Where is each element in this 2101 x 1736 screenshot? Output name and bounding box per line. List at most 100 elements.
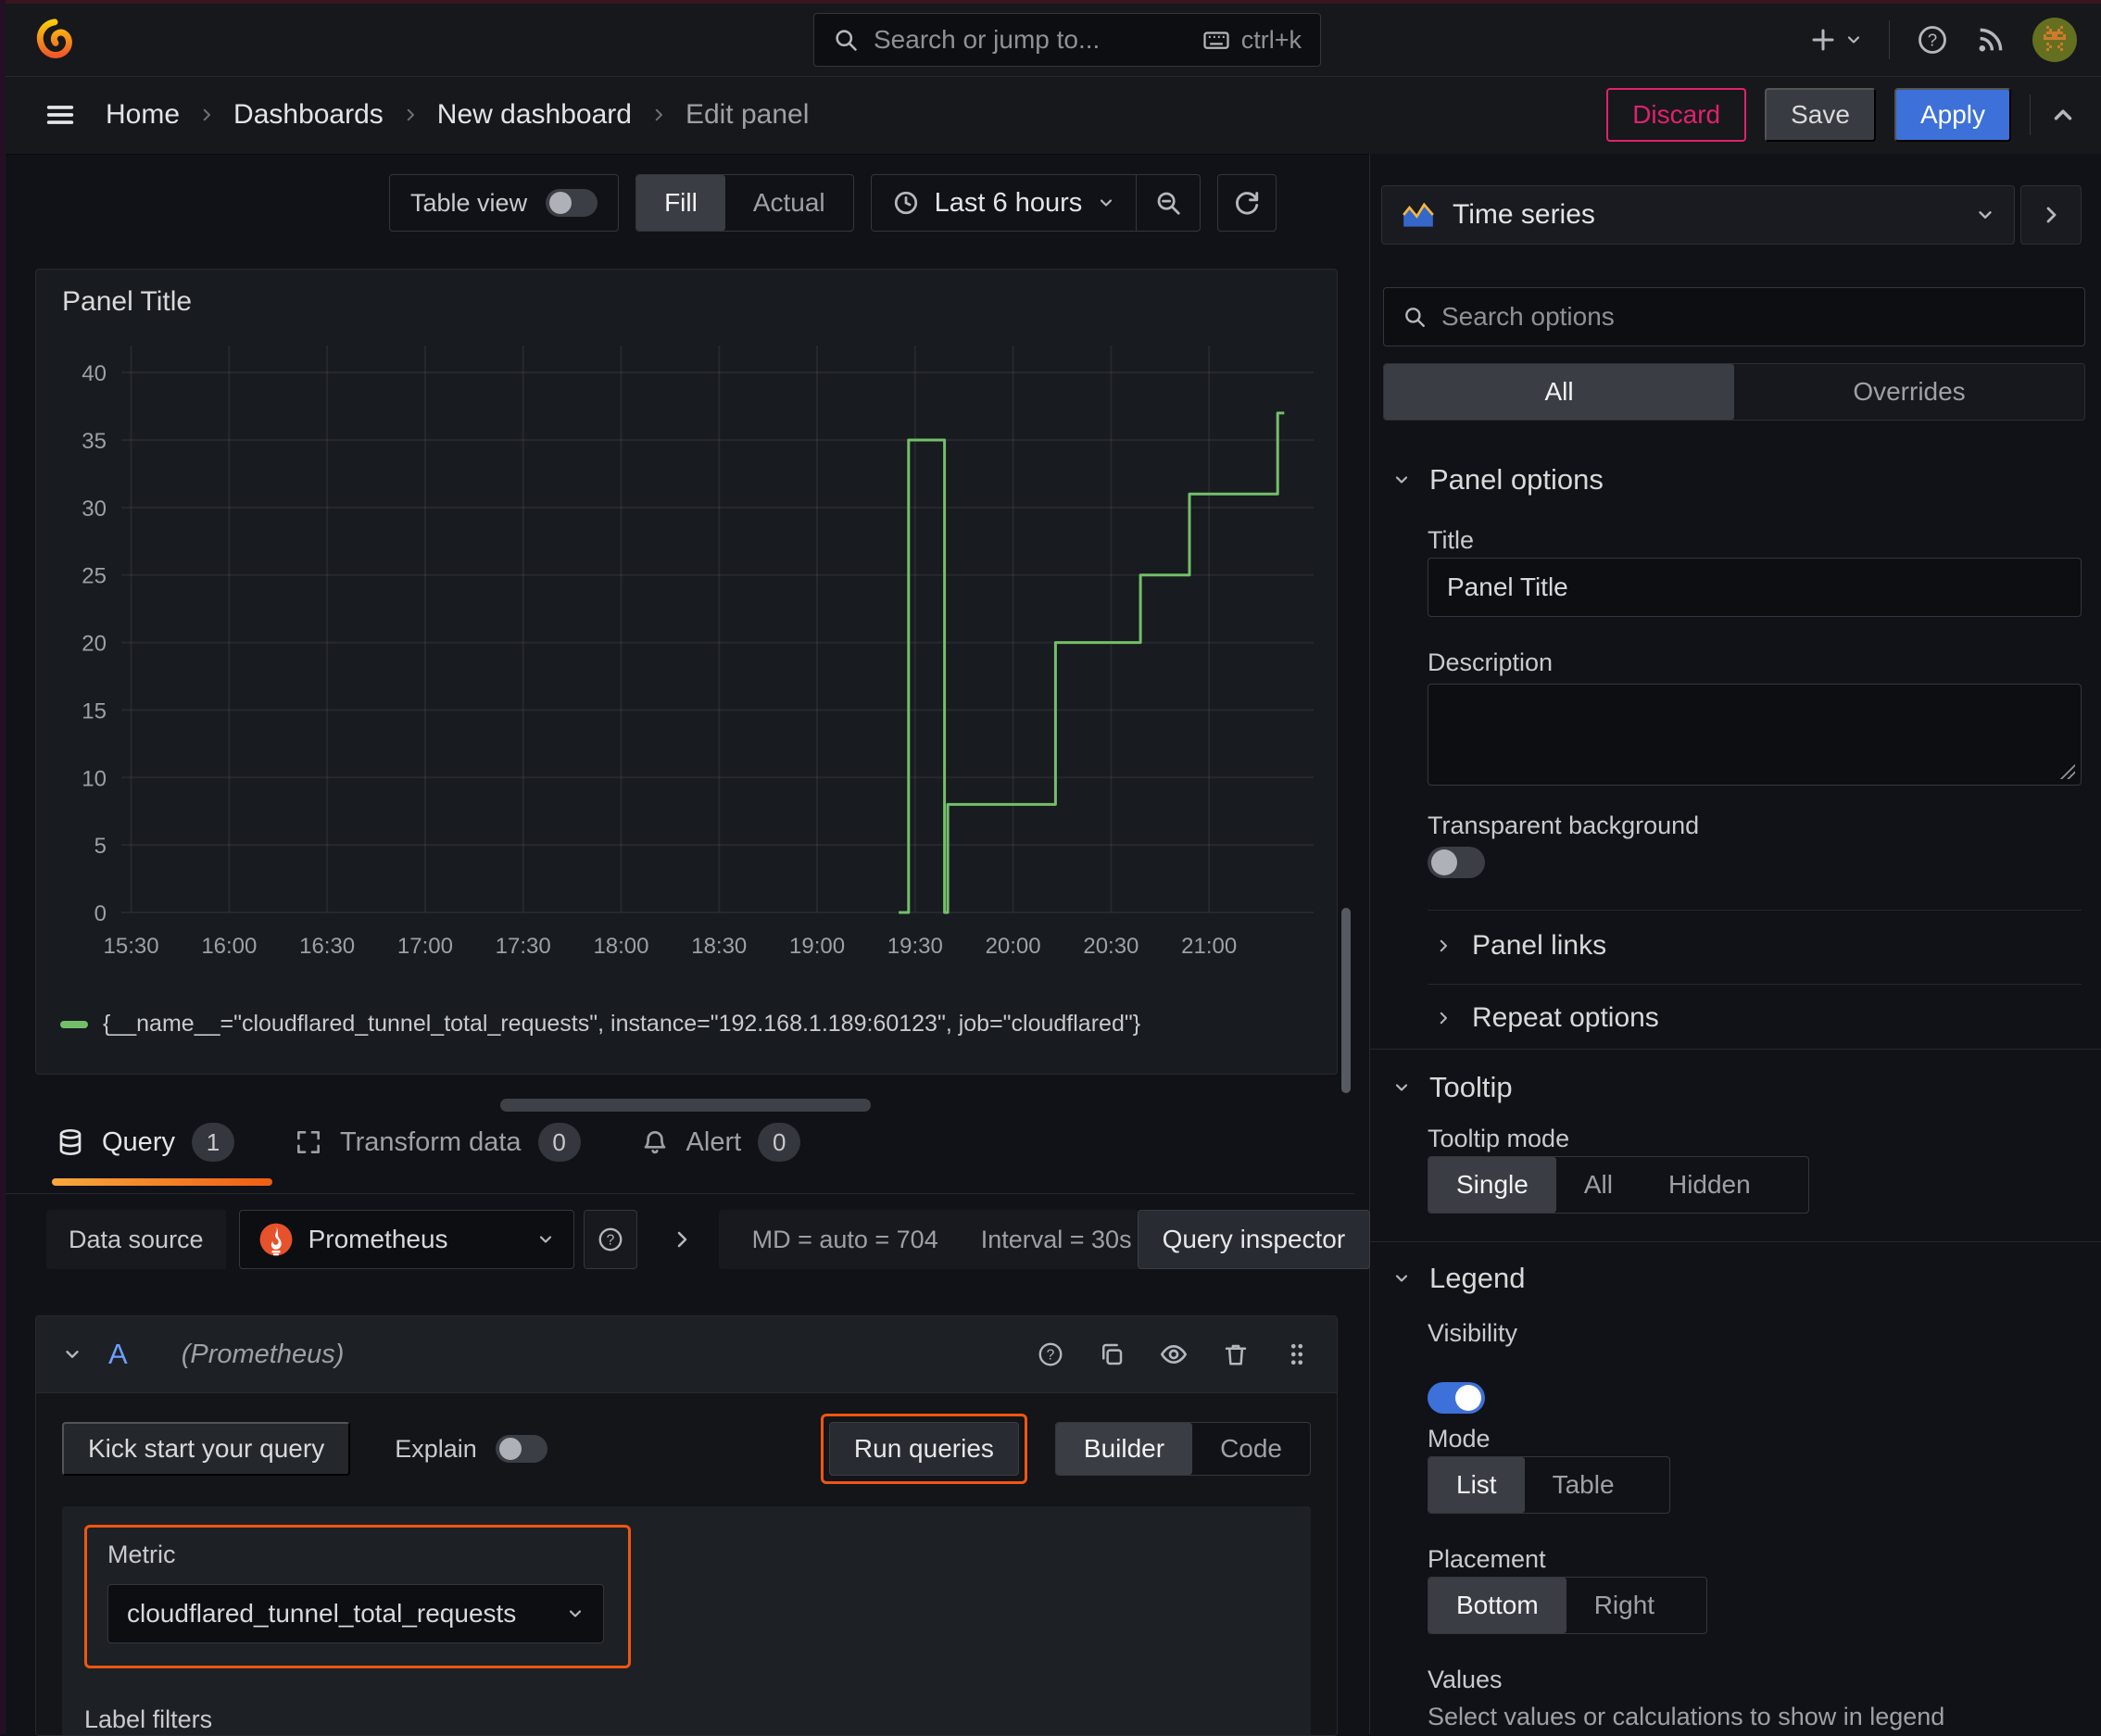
max-data-points-stat: MD = auto = 704 <box>751 1225 938 1253</box>
legend-list-option[interactable]: List <box>1428 1457 1525 1513</box>
hamburger-menu-icon[interactable] <box>44 99 76 131</box>
clock-icon <box>892 189 920 217</box>
panel-options-header[interactable]: Panel options <box>1392 463 1604 497</box>
tooltip-header[interactable]: Tooltip <box>1392 1071 1513 1104</box>
apply-button[interactable]: Apply <box>1893 88 2011 142</box>
repeat-options-section[interactable]: Repeat options <box>1435 1002 1659 1034</box>
help-circle-icon: ? <box>597 1226 624 1253</box>
chevron-right-icon <box>1435 937 1452 954</box>
time-range-picker[interactable]: Last 6 hours <box>872 175 1137 231</box>
divider <box>1428 910 2082 911</box>
visualization-value: Time series <box>1453 199 1595 230</box>
resize-corner-icon[interactable] <box>2058 762 2075 779</box>
tab-overrides[interactable]: Overrides <box>1734 364 2084 420</box>
options-search-placeholder: Search options <box>1441 302 1615 331</box>
breadcrumb: Home Dashboards New dashboard Edit panel <box>106 99 809 131</box>
table-view-toggle[interactable]: Table view <box>389 174 620 232</box>
breadcrumb-home[interactable]: Home <box>106 99 180 131</box>
fit-actual-option[interactable]: Actual <box>725 175 853 231</box>
query-inspector-button[interactable]: Query inspector <box>1137 1210 1371 1269</box>
interval-stat: Interval = 30s <box>980 1225 1132 1253</box>
breadcrumb-new-dashboard[interactable]: New dashboard <box>437 99 632 131</box>
run-queries-button[interactable]: Run queries <box>828 1422 1019 1476</box>
tooltip-single-option[interactable]: Single <box>1428 1157 1556 1213</box>
drag-handle-icon[interactable] <box>1283 1340 1311 1368</box>
svg-text:10: 10 <box>82 766 107 791</box>
legend-header[interactable]: Legend <box>1392 1262 1525 1295</box>
breadcrumb-dashboards[interactable]: Dashboards <box>233 99 384 131</box>
tab-alert[interactable]: Alert 0 <box>640 1123 801 1162</box>
fit-fill-option[interactable]: Fill <box>636 175 725 231</box>
tooltip-hidden-option[interactable]: Hidden <box>1641 1157 1779 1213</box>
help-icon[interactable]: ? <box>1916 23 1949 57</box>
tab-transform-data[interactable]: Transform data 0 <box>294 1123 581 1162</box>
chevron-right-icon[interactable] <box>671 1228 693 1251</box>
placement-right-option[interactable]: Right <box>1566 1578 1682 1633</box>
new-menu-button[interactable] <box>1809 26 1863 54</box>
chevron-down-icon <box>1844 31 1863 49</box>
options-search-input[interactable]: Search options <box>1383 287 2085 346</box>
legend-visibility-switch[interactable] <box>1428 1382 1485 1414</box>
builder-mode-option[interactable]: Builder <box>1055 1423 1193 1475</box>
metric-value: cloudflared_tunnel_total_requests <box>127 1599 517 1628</box>
svg-text:40: 40 <box>82 361 107 386</box>
eye-icon[interactable] <box>1159 1340 1189 1369</box>
news-icon[interactable] <box>1975 24 2007 56</box>
panel-title[interactable]: Panel Title <box>62 286 192 318</box>
pane-resize-handle[interactable] <box>500 1099 871 1112</box>
tooltip-mode-label: Tooltip mode <box>1428 1125 1570 1152</box>
tooltip-all-option[interactable]: All <box>1556 1157 1641 1213</box>
code-mode-option[interactable]: Code <box>1192 1423 1310 1475</box>
chevron-up-icon[interactable] <box>2049 101 2077 129</box>
prometheus-icon <box>258 1222 294 1257</box>
chart-legend[interactable]: {__name__="cloudflared_tunnel_total_requ… <box>60 1011 1140 1038</box>
duplicate-icon[interactable] <box>1098 1340 1126 1368</box>
window-edge-left <box>0 0 6 1734</box>
global-search-input[interactable]: Search or jump to... ctrl+k <box>813 13 1321 67</box>
visualization-picker[interactable]: Time series <box>1381 185 2015 245</box>
panel-links-section[interactable]: Panel links <box>1435 930 1606 962</box>
legend-table-option[interactable]: Table <box>1525 1457 1642 1513</box>
refresh-button[interactable] <box>1217 174 1277 232</box>
tab-transform-count: 0 <box>537 1123 581 1162</box>
tab-query[interactable]: Query 1 <box>56 1123 234 1162</box>
chevron-down-icon[interactable] <box>62 1344 82 1365</box>
table-view-switch[interactable] <box>546 189 598 217</box>
discard-button[interactable]: Discard <box>1606 88 1747 142</box>
scrollbar-thumb[interactable] <box>1341 908 1351 1093</box>
chevron-down-icon <box>1392 471 1411 489</box>
tab-all[interactable]: All <box>1384 364 1734 420</box>
time-series-icon <box>1401 197 1436 233</box>
placement-bottom-option[interactable]: Bottom <box>1428 1578 1566 1633</box>
transparent-background-switch[interactable] <box>1428 847 1485 878</box>
tab-alert-label: Alert <box>686 1126 742 1157</box>
query-ref-id[interactable]: A <box>108 1338 128 1371</box>
query-row-header[interactable]: A (Prometheus) ? <box>36 1316 1337 1393</box>
legend-series-name[interactable]: {__name__="cloudflared_tunnel_total_requ… <box>103 1011 1140 1038</box>
transform-icon <box>294 1127 323 1157</box>
breadcrumb-bar: Home Dashboards New dashboard Edit panel… <box>6 77 2101 155</box>
svg-text:20:30: 20:30 <box>1083 934 1139 959</box>
query-help-icon[interactable]: ? <box>1037 1340 1064 1368</box>
svg-text:21:00: 21:00 <box>1181 934 1237 959</box>
svg-text:18:30: 18:30 <box>691 934 747 959</box>
avatar[interactable] <box>2032 18 2077 62</box>
title-input[interactable]: Panel Title <box>1428 558 2082 617</box>
trash-icon[interactable] <box>1222 1340 1250 1368</box>
transparent-background-label: Transparent background <box>1428 811 1700 839</box>
collapse-options-button[interactable] <box>2020 185 2082 245</box>
datasource-select[interactable]: Prometheus <box>238 1210 574 1269</box>
svg-text:15: 15 <box>82 698 107 723</box>
explain-switch[interactable] <box>495 1435 547 1463</box>
kick-start-query-button[interactable]: Kick start your query <box>62 1422 351 1476</box>
grafana-logo-icon[interactable] <box>33 19 76 66</box>
svg-text:16:30: 16:30 <box>299 934 355 959</box>
metric-select[interactable]: cloudflared_tunnel_total_requests <box>107 1584 604 1643</box>
description-textarea[interactable] <box>1428 684 2082 786</box>
query-editor-card: A (Prometheus) ? Kick start your query E… <box>35 1315 1338 1736</box>
zoom-out-button[interactable] <box>1137 175 1200 231</box>
tab-query-label: Query <box>102 1126 175 1157</box>
svg-text:19:00: 19:00 <box>789 934 845 959</box>
datasource-help-button[interactable]: ? <box>583 1210 637 1269</box>
save-button[interactable]: Save <box>1765 88 1876 142</box>
